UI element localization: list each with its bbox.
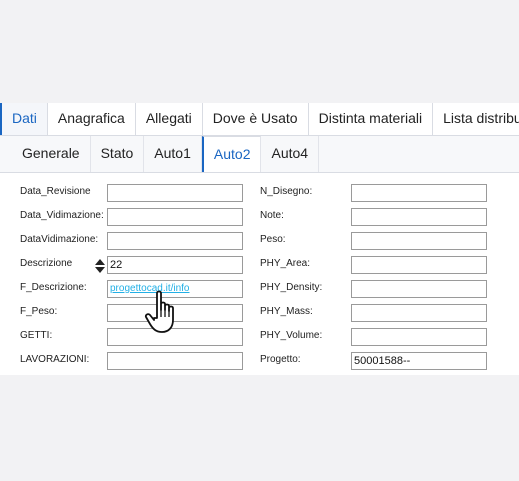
- label-descrizione: Descrizione: [20, 258, 73, 269]
- field-phy-density[interactable]: [351, 280, 487, 298]
- label-phy-density: PHY_Density:: [260, 282, 323, 293]
- subtab-auto2[interactable]: Auto2: [201, 136, 262, 172]
- tab-dati[interactable]: Dati: [0, 103, 48, 135]
- tab-anagrafica[interactable]: Anagrafica: [48, 103, 136, 135]
- label-peso: Peso:: [260, 234, 286, 245]
- label-n-disegno: N_Disegno:: [260, 186, 313, 197]
- tab-dove-e-usato[interactable]: Dove è Usato: [203, 103, 309, 135]
- label-f-peso: F_Peso:: [20, 306, 58, 317]
- label-getti: GETTI:: [20, 330, 53, 341]
- field-peso[interactable]: [351, 232, 487, 250]
- auto2-form: Data_Revisione Data_Vidimazione: DataVid…: [0, 174, 519, 375]
- subtab-auto1[interactable]: Auto1: [144, 136, 202, 172]
- hand-pointer-cursor-icon: [144, 290, 174, 333]
- field-phy-area[interactable]: [351, 256, 487, 274]
- field-phy-volume[interactable]: [351, 328, 487, 346]
- field-descrizione[interactable]: 22: [107, 256, 243, 274]
- label-lavorazioni: LAVORAZIONI:: [20, 354, 90, 365]
- label-data-revisione: Data_Revisione: [20, 186, 91, 197]
- label-data-vidimazione: Data_Vidimazione:: [20, 210, 104, 221]
- subtab-auto4[interactable]: Auto4: [261, 136, 320, 172]
- field-progetto[interactable]: 50001588--: [351, 352, 487, 370]
- field-phy-mass[interactable]: [351, 304, 487, 322]
- field-datavidimazione[interactable]: [107, 232, 243, 250]
- label-note: Note:: [260, 210, 284, 221]
- tab-distinta-materiali[interactable]: Distinta materiali: [309, 103, 434, 135]
- field-note[interactable]: [351, 208, 487, 226]
- tab-allegati[interactable]: Allegati: [136, 103, 203, 135]
- main-tab-bar: Dati Anagrafica Allegati Dove è Usato Di…: [0, 103, 519, 136]
- field-lavorazioni[interactable]: [107, 352, 243, 370]
- tab-lista-distribuzione[interactable]: Lista distribuz: [433, 103, 519, 135]
- properties-panel: Dati Anagrafica Allegati Dove è Usato Di…: [0, 103, 519, 375]
- sub-tab-bar: Generale Stato Auto1 Auto2 Auto4: [0, 136, 519, 173]
- subtab-generale[interactable]: Generale: [12, 136, 91, 172]
- field-n-disegno[interactable]: [351, 184, 487, 202]
- label-phy-area: PHY_Area:: [260, 258, 311, 269]
- label-phy-volume: PHY_Volume:: [260, 330, 323, 341]
- label-f-descrizione: F_Descrizione:: [20, 282, 87, 293]
- field-data-revisione[interactable]: [107, 184, 243, 202]
- subtab-stato[interactable]: Stato: [91, 136, 145, 172]
- label-progetto: Progetto:: [260, 354, 301, 365]
- field-data-vidimazione[interactable]: [107, 208, 243, 226]
- label-datavidimazione: DataVidimazione:: [20, 234, 99, 245]
- label-phy-mass: PHY_Mass:: [260, 306, 313, 317]
- spinner-arrows-icon[interactable]: [95, 259, 105, 273]
